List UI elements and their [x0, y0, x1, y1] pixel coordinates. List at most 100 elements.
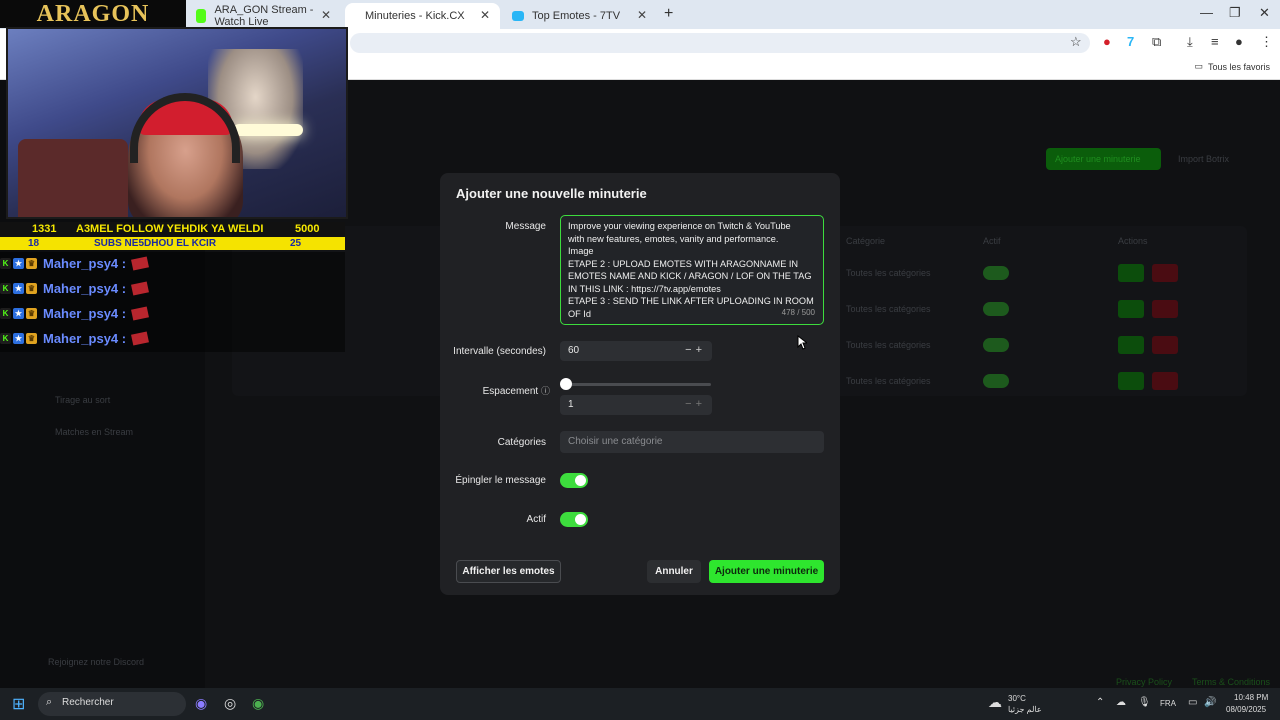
goal-ticker: 1331 A3MEL FOLLOW YEHDIK YA WELDI 5000 1…: [0, 222, 345, 250]
row-toggle[interactable]: [983, 266, 1009, 280]
message-line: EMOTES NAME AND KICK / ARAGON / LOF ON T…: [568, 271, 812, 281]
info-icon[interactable]: ⓘ: [541, 386, 550, 396]
subscriber-badge-icon: ★: [13, 332, 24, 344]
interval-input[interactable]: 60 −+: [560, 341, 712, 361]
emote-icon: [131, 255, 150, 271]
privacy-link[interactable]: Privacy Policy: [1116, 677, 1172, 687]
follow-count: 1331: [32, 223, 57, 235]
row-category: Toutes les catégories: [846, 268, 931, 278]
address-bar[interactable]: [350, 33, 1090, 53]
puzzle-icon[interactable]: ⧉: [1152, 34, 1161, 50]
close-icon[interactable]: ✕: [637, 8, 647, 22]
weather-temp: 30°C: [1008, 694, 1026, 703]
browser-tab-bar: ARA_GON Stream - Watch Live ✕ Minuteries…: [0, 0, 1280, 29]
import-botrix-button[interactable]: Import Botrix: [1178, 154, 1229, 164]
chrome-icon[interactable]: ◉: [252, 695, 264, 712]
crown-badge-icon: ♛: [26, 282, 37, 294]
close-icon[interactable]: ✕: [321, 8, 331, 22]
spacing-slider-track[interactable]: [566, 383, 711, 386]
emote-icon: [131, 280, 150, 296]
chat-username: Maher_psy4 :: [43, 330, 127, 346]
discord-icon[interactable]: ◉: [195, 695, 207, 712]
active-toggle[interactable]: [560, 512, 588, 527]
tab-minuteries[interactable]: Minuteries - Kick.CX ✕: [345, 3, 500, 29]
profile-icon[interactable]: ●: [1235, 34, 1243, 49]
categories-select[interactable]: Choisir une catégorie: [560, 431, 824, 453]
tab-top-emotes[interactable]: Top Emotes - 7TV ✕: [502, 3, 657, 29]
spacing-slider-thumb[interactable]: [560, 378, 572, 390]
spacing-input[interactable]: 1 −+: [560, 395, 712, 415]
row-edit-button[interactable]: [1118, 300, 1144, 318]
message-line: IN THIS LINK : https://7tv.app/emotes: [568, 283, 721, 294]
network-icon[interactable]: ▭: [1188, 697, 1197, 708]
media-icon[interactable]: ≡: [1211, 34, 1219, 49]
clock-time[interactable]: 10:48 PM: [1234, 693, 1268, 702]
clock-date[interactable]: 08/09/2025: [1226, 705, 1266, 714]
all-bookmarks[interactable]: ▭ Tous les favoris: [1194, 61, 1270, 72]
crown-badge-icon: ♛: [26, 307, 37, 319]
sidebar-item-raffle[interactable]: Tirage au sort: [55, 395, 110, 405]
col-actions: Actions: [1118, 236, 1148, 246]
spacing-value: 1: [568, 399, 574, 410]
row-delete-button[interactable]: [1152, 264, 1178, 282]
follow-target: 5000: [295, 223, 320, 235]
7tv-extension-icon[interactable]: 7: [1127, 34, 1134, 49]
row-toggle[interactable]: [983, 374, 1009, 388]
terms-link[interactable]: Terms & Conditions: [1192, 677, 1270, 687]
message-line: with new features, emotes, vanity and pe…: [568, 233, 779, 244]
row-toggle[interactable]: [983, 338, 1009, 352]
row-delete-button[interactable]: [1152, 300, 1178, 318]
chair: [18, 139, 128, 217]
extension-red-icon[interactable]: ●: [1103, 34, 1111, 49]
interval-stepper[interactable]: −+: [685, 344, 706, 356]
row-edit-button[interactable]: [1118, 372, 1144, 390]
language-indicator[interactable]: FRA: [1160, 699, 1176, 708]
tab-label: Top Emotes - 7TV: [532, 10, 621, 22]
chevron-up-icon[interactable]: ⌃: [1096, 697, 1104, 708]
chat-message: K ★ ♛ Maher_psy4 :: [0, 277, 150, 299]
modal-title: Ajouter une nouvelle minuterie: [456, 186, 647, 201]
sidebar-item-matches[interactable]: Matches en Stream: [55, 427, 133, 437]
add-timer-button[interactable]: Ajouter une minuterie: [709, 560, 824, 583]
row-delete-button[interactable]: [1152, 336, 1178, 354]
tab-aragon-stream[interactable]: ARA_GON Stream - Watch Live ✕: [186, 3, 341, 29]
close-window-icon[interactable]: ✕: [1259, 5, 1270, 21]
close-icon[interactable]: ✕: [480, 8, 490, 22]
message-textarea[interactable]: Improve your viewing experience on Twitc…: [560, 215, 824, 325]
cancel-button[interactable]: Annuler: [647, 560, 701, 583]
weather-icon: ☁: [988, 694, 1002, 710]
row-category: Toutes les catégories: [846, 376, 931, 386]
tab-label: ARA_GON Stream - Watch Live: [214, 4, 314, 28]
row-edit-button[interactable]: [1118, 336, 1144, 354]
kick-badge-icon: K: [0, 282, 11, 294]
microphone-icon[interactable]: 🎙: [1138, 697, 1151, 708]
row-delete-button[interactable]: [1152, 372, 1178, 390]
col-active: Actif: [983, 236, 1001, 246]
spacing-stepper[interactable]: −+: [685, 398, 706, 410]
cloud-icon[interactable]: ☁: [1116, 697, 1126, 708]
categories-label: Catégories: [497, 437, 546, 448]
discord-link[interactable]: Rejoignez notre Discord: [48, 657, 144, 667]
volume-icon[interactable]: 🔊: [1204, 697, 1216, 708]
search-icon: ⌕: [46, 696, 53, 708]
chat-username: Maher_psy4 :: [43, 255, 127, 271]
show-emotes-button[interactable]: Afficher les emotes: [456, 560, 561, 583]
new-tab-icon[interactable]: +: [664, 5, 673, 23]
windows-taskbar: [0, 688, 1280, 720]
taskbar-search[interactable]: ⌕ Rechercher: [38, 692, 186, 716]
download-icon[interactable]: ⤓: [1187, 34, 1193, 50]
star-icon[interactable]: ☆: [1070, 34, 1082, 50]
spacing-label: Espacement ⓘ: [470, 384, 550, 397]
minimize-icon[interactable]: —: [1200, 5, 1213, 20]
tab-label: Minuteries - Kick.CX: [365, 10, 465, 22]
pin-toggle[interactable]: [560, 473, 588, 488]
menu-icon[interactable]: ⋮: [1260, 34, 1273, 50]
row-edit-button[interactable]: [1118, 264, 1144, 282]
maximize-icon[interactable]: ❐: [1229, 5, 1241, 21]
app-icon[interactable]: ◎: [224, 695, 236, 712]
windows-start-icon[interactable]: ⊞: [12, 694, 25, 714]
follow-goal-row: 1331 A3MEL FOLLOW YEHDIK YA WELDI 5000: [0, 222, 345, 237]
kick-icon: [196, 9, 207, 23]
spacing-label-text: Espacement: [482, 386, 539, 397]
row-toggle[interactable]: [983, 302, 1009, 316]
